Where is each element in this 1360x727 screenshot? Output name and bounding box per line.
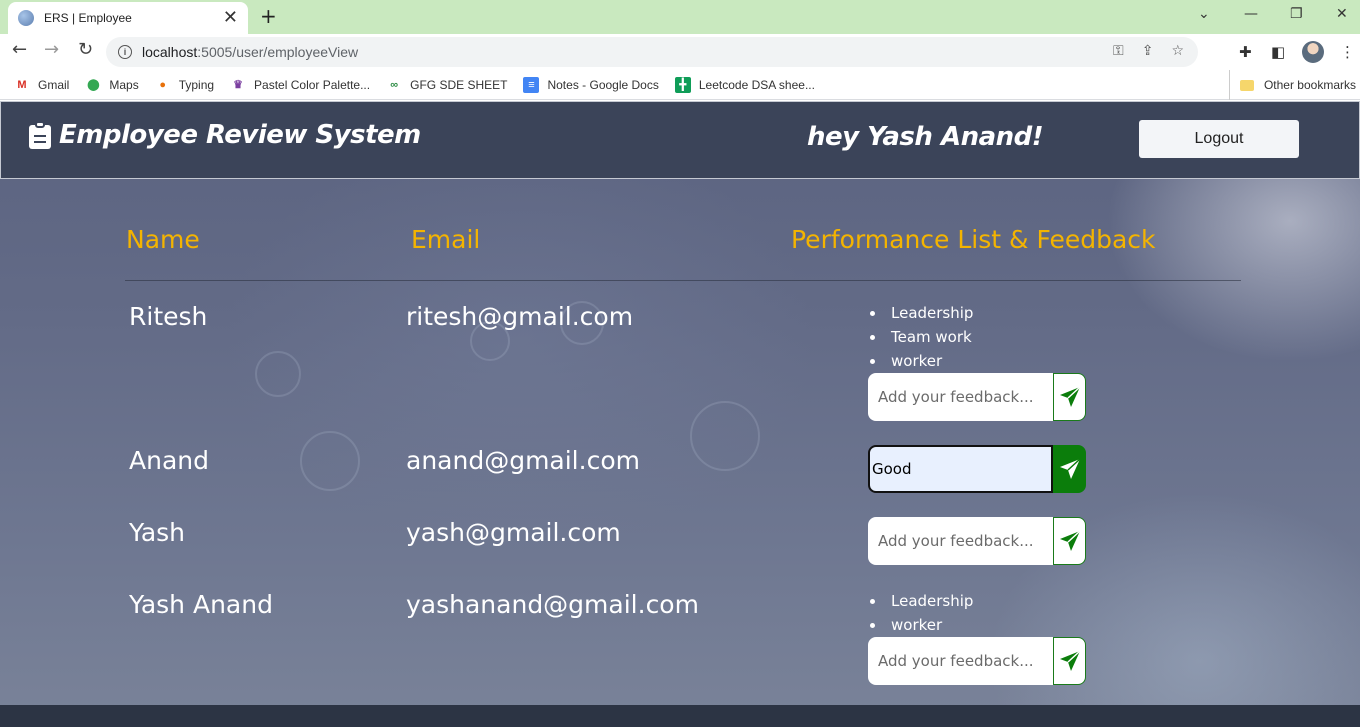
- paper-plane-icon: [1059, 386, 1081, 407]
- palette-icon: ♛: [233, 79, 243, 91]
- reload-icon[interactable]: ↻: [78, 41, 93, 59]
- background-graphic: [255, 351, 301, 397]
- site-info-icon[interactable]: i: [118, 45, 132, 59]
- brand[interactable]: Employee Review System: [29, 120, 421, 150]
- employee-name: Yash Anand: [129, 590, 273, 619]
- background-graphic: [300, 431, 360, 491]
- employee-email: ritesh@gmail.com: [406, 302, 634, 331]
- typing-icon: ●: [159, 78, 167, 91]
- address-bar[interactable]: i localhost:5005/user/employeeView ⚿ ⇪ ☆: [106, 37, 1198, 67]
- feedback-form: [868, 637, 1086, 685]
- column-header-email: Email: [411, 225, 481, 254]
- docs-icon: ≡: [523, 76, 540, 93]
- brand-title: Employee Review System: [59, 120, 421, 150]
- performance-item: Team work: [868, 325, 973, 349]
- share-icon[interactable]: ⇪: [1142, 43, 1154, 59]
- back-arrow-icon[interactable]: ←: [12, 41, 27, 59]
- employee-name: Ritesh: [129, 302, 208, 331]
- folder-icon: [1239, 79, 1254, 91]
- restore-icon[interactable]: ❐: [1290, 6, 1303, 22]
- background-graphic: [690, 401, 760, 471]
- paper-plane-icon: [1059, 458, 1081, 479]
- feedback-input[interactable]: [868, 445, 1053, 493]
- bookmark-gmail[interactable]: M Gmail: [14, 77, 69, 93]
- send-feedback-button[interactable]: [1053, 445, 1086, 493]
- maps-icon: ⬤: [87, 79, 100, 91]
- header-divider: [125, 280, 1241, 281]
- side-panel-icon[interactable]: ◧: [1271, 43, 1285, 61]
- performance-item: Leadership: [868, 301, 973, 325]
- tab-search-chevron-icon[interactable]: ⌄: [1198, 6, 1210, 22]
- site-favicon-icon: [18, 10, 34, 26]
- page-viewport: Employee Review System hey Yash Anand! L…: [0, 101, 1360, 727]
- paper-plane-icon: [1059, 650, 1081, 671]
- minimize-icon[interactable]: —: [1244, 6, 1258, 22]
- window-close-icon[interactable]: ✕: [1336, 6, 1348, 22]
- feedback-form: [868, 445, 1086, 493]
- extensions-puzzle-icon[interactable]: ✚: [1239, 43, 1252, 61]
- user-greeting: hey Yash Anand!: [807, 122, 1044, 152]
- bookmarks-bar: M Gmail ⬤ Maps ● Typing ♛ Pastel Color Palet…: [0, 70, 1360, 100]
- column-header-performance: Performance List & Feedback: [791, 225, 1156, 254]
- feedback-input[interactable]: [868, 637, 1053, 685]
- performance-item: worker: [868, 349, 973, 373]
- gfg-icon: ∞: [390, 78, 399, 91]
- forward-arrow-icon[interactable]: →: [44, 41, 59, 59]
- performance-item: worker: [868, 613, 973, 637]
- send-feedback-button[interactable]: [1053, 517, 1086, 565]
- key-icon[interactable]: ⚿: [1113, 43, 1124, 59]
- column-header-name: Name: [126, 225, 200, 254]
- page-footer: [0, 705, 1360, 727]
- tab-title: ERS | Employee: [44, 11, 132, 25]
- bookmark-typing[interactable]: ● Typing: [155, 77, 214, 93]
- employee-email: anand@gmail.com: [406, 446, 640, 475]
- performance-item: Leadership: [868, 589, 973, 613]
- profile-avatar[interactable]: [1302, 41, 1324, 63]
- logout-button[interactable]: Logout: [1139, 120, 1299, 158]
- performance-list: Leadership Team work worker: [868, 301, 973, 373]
- feedback-form: [868, 517, 1086, 565]
- new-tab-button[interactable]: +: [260, 6, 277, 26]
- other-bookmarks[interactable]: Other bookmarks: [1228, 70, 1356, 100]
- feedback-input[interactable]: [868, 517, 1053, 565]
- sheets-icon: ╋: [674, 76, 691, 93]
- star-bookmark-icon[interactable]: ☆: [1171, 43, 1184, 59]
- feedback-form: [868, 373, 1086, 421]
- paper-plane-icon: [1059, 530, 1081, 551]
- bookmark-pastel-palette[interactable]: ♛ Pastel Color Palette...: [230, 77, 370, 93]
- gmail-icon: M: [17, 78, 27, 91]
- bookmark-maps[interactable]: ⬤ Maps: [85, 77, 139, 93]
- bookmark-leetcode-sheet[interactable]: ╋ Leetcode DSA shee...: [674, 76, 815, 93]
- url-text[interactable]: localhost:5005/user/employeeView: [142, 44, 358, 60]
- bookmark-notes-docs[interactable]: ≡ Notes - Google Docs: [523, 76, 659, 93]
- clipboard-list-icon: [29, 121, 51, 149]
- employee-email: yashanand@gmail.com: [406, 590, 699, 619]
- employee-name: Yash: [129, 518, 186, 547]
- send-feedback-button[interactable]: [1053, 373, 1086, 421]
- employee-name: Anand: [129, 446, 209, 475]
- performance-list: Leadership worker: [868, 589, 973, 637]
- browser-tab[interactable]: ERS | Employee ✕: [8, 2, 248, 34]
- send-feedback-button[interactable]: [1053, 637, 1086, 685]
- employee-email: yash@gmail.com: [406, 518, 621, 547]
- browser-tab-strip: ERS | Employee ✕ + ⌄ — ❐ ✕: [0, 0, 1360, 34]
- tab-close-icon[interactable]: ✕: [223, 9, 238, 27]
- feedback-input[interactable]: [868, 373, 1053, 421]
- menu-kebab-icon[interactable]: ⋮: [1340, 43, 1355, 61]
- app-navbar: Employee Review System hey Yash Anand! L…: [0, 101, 1360, 179]
- browser-toolbar: ← → ↻ i localhost:5005/user/employeeView…: [0, 34, 1360, 70]
- bookmark-gfg-sheet[interactable]: ∞ GFG SDE SHEET: [386, 77, 507, 93]
